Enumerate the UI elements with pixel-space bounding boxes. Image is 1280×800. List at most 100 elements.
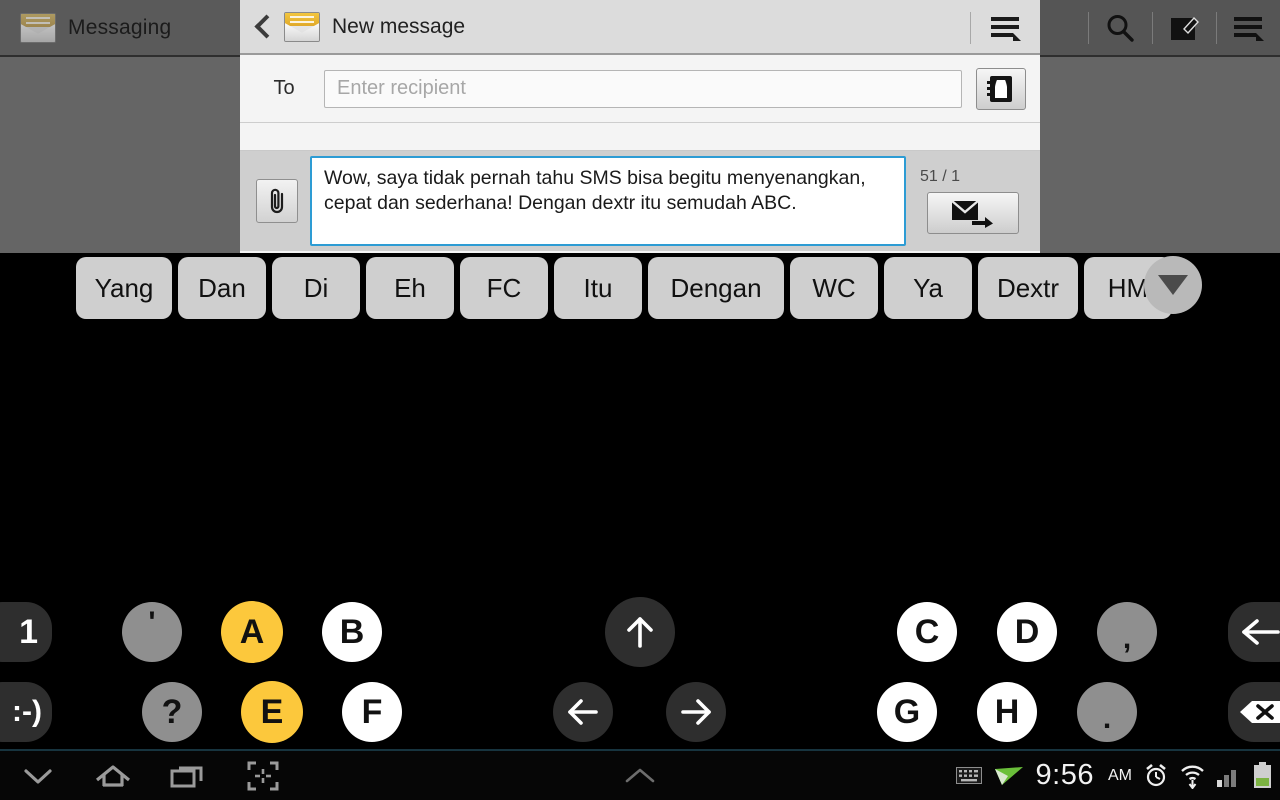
search-icon (1107, 14, 1134, 42)
recipient-row: To (240, 55, 1040, 123)
paperclip-icon (270, 188, 284, 214)
suggestion-chip[interactable]: Itu (554, 257, 642, 319)
key-emoticon[interactable]: :-) (0, 682, 52, 742)
attach-button[interactable] (256, 179, 298, 223)
back-chevron-icon[interactable] (252, 11, 274, 43)
suggestion-chip[interactable]: Dengan (648, 257, 784, 319)
recents-button[interactable] (150, 751, 225, 800)
screen-capture-icon (247, 761, 278, 790)
chevron-down-icon (1158, 275, 1188, 295)
suggestion-label: WC (812, 272, 856, 303)
home-button[interactable] (75, 751, 150, 800)
send-button[interactable] (927, 192, 1019, 234)
pick-contact-button[interactable] (976, 67, 1026, 110)
key-backspace[interactable] (1228, 682, 1280, 742)
arrow-up-icon (627, 617, 653, 648)
key-arrow-right[interactable] (666, 682, 726, 742)
message-input[interactable]: Wow, saya tidak pernah tahu SMS bisa beg… (310, 156, 906, 246)
suggestion-chip[interactable]: Dextr (978, 257, 1078, 319)
key-f[interactable]: F (342, 682, 402, 742)
key-[interactable]: , (1097, 602, 1157, 662)
back-button[interactable] (0, 751, 75, 800)
status-area[interactable]: 9:56 AM (955, 751, 1272, 800)
key-g[interactable]: G (877, 682, 937, 742)
suggestion-chip[interactable]: Yang (76, 257, 172, 319)
send-envelope-icon (951, 200, 993, 228)
backspace-icon (1240, 701, 1280, 723)
key-label: ' (148, 606, 156, 639)
recipient-input[interactable] (324, 69, 962, 108)
arrow-left-icon (1242, 619, 1280, 645)
compose-button[interactable] (1152, 0, 1216, 55)
suggestion-chip[interactable]: WC (790, 257, 878, 319)
key-[interactable]: ' (122, 602, 182, 662)
arrow-right-icon (681, 699, 711, 725)
key-number-mode[interactable]: 1 (0, 602, 52, 662)
navigation-icon (994, 766, 1023, 785)
suggestion-chip[interactable]: FC (460, 257, 548, 319)
to-label: To (273, 77, 295, 99)
suggestion-chip[interactable]: Di (272, 257, 360, 319)
suggestion-label: Dextr (996, 272, 1060, 303)
show-keyboard-button[interactable] (612, 751, 668, 800)
suggestion-chip[interactable]: Ya (884, 257, 972, 319)
key-c[interactable]: C (897, 602, 957, 662)
suggestion-chip[interactable]: Dan (178, 257, 266, 319)
suggestion-label: Yang (94, 272, 154, 303)
clock: 9:56 (1035, 759, 1094, 791)
keyboard-icon (955, 767, 982, 784)
page-title: New message (332, 14, 466, 38)
wifi-icon (1181, 765, 1204, 789)
key-d[interactable]: D (997, 602, 1057, 662)
key-label: , (1122, 622, 1132, 655)
key-label: . (1102, 702, 1112, 735)
clock-meridiem: AM (1108, 766, 1132, 784)
compose-row: Wow, saya tidak pernah tahu SMS bisa beg… (240, 151, 1040, 251)
contact-card-icon (987, 75, 1012, 102)
key-b[interactable]: B (322, 602, 382, 662)
system-nav-buttons (0, 751, 300, 800)
app-title: Messaging (68, 15, 172, 39)
chevron-up-icon (625, 768, 655, 782)
screen: Messaging New message To Enter recipient… (0, 0, 1280, 800)
alarm-icon (1146, 763, 1166, 786)
back-icon (23, 768, 52, 784)
overflow-menu-button[interactable] (1216, 0, 1280, 55)
key-a[interactable]: A (221, 601, 283, 663)
key-arrow-left[interactable] (553, 682, 613, 742)
key-label: 1 (19, 612, 38, 651)
system-navigation-bar: 9:56 AM (0, 749, 1280, 800)
arrow-left-icon (568, 699, 598, 725)
home-icon (95, 764, 130, 787)
screen-capture-button[interactable] (225, 751, 300, 800)
key-label: :-) (12, 695, 42, 728)
expand-suggestions-button[interactable] (1144, 256, 1202, 314)
key-arrow-up[interactable] (605, 597, 675, 667)
recents-icon (170, 766, 202, 787)
key-[interactable]: . (1077, 682, 1137, 742)
key-label: ? (161, 692, 183, 731)
key-label: H (994, 692, 1020, 731)
suggestion-label: Eh (394, 272, 426, 303)
key-e[interactable]: E (241, 681, 303, 743)
panel-menu-button[interactable] (970, 0, 1040, 55)
on-screen-keyboard: Yang Dan Di Eh FC Itu Dengan WC Ya Dextr HM 1 :-) … (0, 253, 1280, 800)
messaging-app-header[interactable]: Messaging (0, 0, 240, 55)
character-counter: 51 / 1 (920, 168, 961, 185)
search-button[interactable] (1088, 0, 1152, 55)
suggestion-chip[interactable]: Eh (366, 257, 454, 319)
key-label: D (1014, 612, 1040, 651)
menu-icon (991, 16, 1021, 41)
suggestion-label: HM (1107, 272, 1149, 303)
panel-header: New message (240, 0, 1040, 55)
key-[interactable]: ? (142, 682, 202, 742)
subject-spacer (240, 123, 1040, 151)
suggestion-label: Dan (198, 272, 246, 303)
top-bar-actions (1040, 0, 1280, 55)
suggestion-bar: Yang Dan Di Eh FC Itu Dengan WC Ya Dextr HM (0, 257, 1280, 323)
signal-icon (1217, 769, 1236, 787)
suggestion-label: Itu (583, 272, 613, 303)
new-message-panel: New message To Enter recipient Wow, saya… (240, 0, 1040, 253)
key-move-left[interactable] (1228, 602, 1280, 662)
key-h[interactable]: H (977, 682, 1037, 742)
